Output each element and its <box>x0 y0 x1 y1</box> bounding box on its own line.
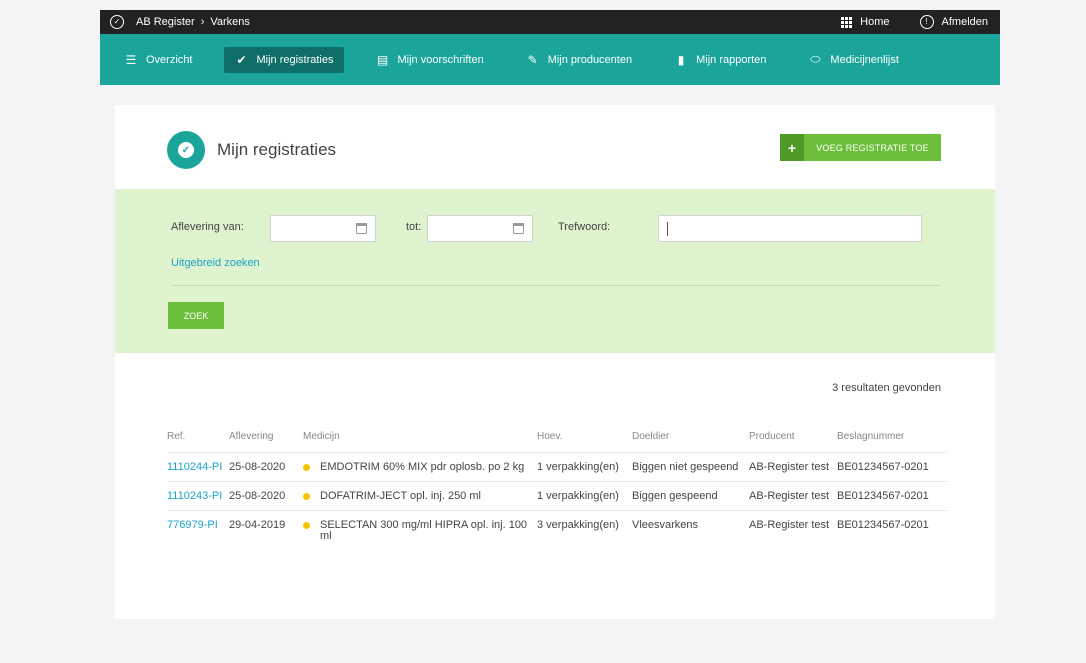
keyword-input[interactable] <box>658 215 922 242</box>
col-aflevering[interactable]: Aflevering <box>229 431 303 453</box>
page-title: Mijn registraties <box>217 140 337 159</box>
pill-icon: ⬭ <box>810 52 821 66</box>
table-row[interactable]: 776979-PI 29-04-2019 SELECTAN 300 mg/ml … <box>167 510 947 550</box>
search-button[interactable]: ZOEK <box>168 302 224 329</box>
nav-label: Mijn registraties <box>256 53 334 66</box>
nav-mijn-producenten[interactable]: ✎ Mijn producenten <box>516 47 642 73</box>
ref-link[interactable]: 1110243-PI <box>167 481 229 511</box>
nav-label: Overzicht <box>146 53 193 66</box>
col-medicijn[interactable]: Medicijn <box>303 431 537 453</box>
breadcrumb-separator: › <box>200 16 205 28</box>
medicine-cell: DOFATRIM-JECT opl. inj. 250 ml <box>303 481 537 511</box>
table-row[interactable]: 1110244-PI 25-08-2020 EMDOTRIM 60% MIX p… <box>167 452 947 482</box>
col-producent[interactable]: Producent <box>749 431 837 453</box>
nav-medicijnenlijst[interactable]: ⬭ Medicijnenlijst <box>798 46 908 73</box>
producer: AB-Register test <box>749 481 837 511</box>
calendar-icon[interactable] <box>513 223 524 234</box>
feather-icon: ✎ <box>527 52 538 67</box>
medicine-name: SELECTAN 300 mg/ml HIPRA opl. inj. 100 m… <box>320 519 528 542</box>
quantity: 3 verpakking(en) <box>537 510 632 550</box>
status-dot-icon <box>303 522 310 529</box>
medicine-name: DOFATRIM-JECT opl. inj. 250 ml <box>320 490 481 502</box>
breadcrumb: ✓ AB Register › Varkens <box>110 15 250 29</box>
target-animal: Biggen gespeend <box>632 481 749 511</box>
quantity: 1 verpakking(en) <box>537 452 632 482</box>
producer: AB-Register test <box>749 452 837 482</box>
logout-label: Afmelden <box>941 16 988 28</box>
check-circle-icon: ✓ <box>110 15 124 29</box>
ref-link[interactable]: 1110244-PI <box>167 452 229 482</box>
table-row[interactable]: 1110243-PI 25-08-2020 DOFATRIM-JECT opl.… <box>167 481 947 511</box>
medicine-name: EMDOTRIM 60% MIX pdr oplosb. po 2 kg <box>320 461 525 473</box>
registrations-icon: ✓ <box>167 131 205 169</box>
results-count: 3 resultaten gevonden <box>832 382 941 394</box>
from-label: Aflevering van: <box>171 221 244 233</box>
from-date-field[interactable] <box>270 215 376 242</box>
delivery-date: 25-08-2020 <box>229 452 303 482</box>
logout-link[interactable]: ! Afmelden <box>919 15 988 29</box>
col-ref[interactable]: Ref. <box>167 431 229 453</box>
plus-icon: + <box>780 134 804 161</box>
medicine-cell: EMDOTRIM 60% MIX pdr oplosb. po 2 kg <box>303 452 537 482</box>
top-bar: ✓ AB Register › Varkens Home ! Afmelden <box>100 10 1000 34</box>
nav-label: Mijn producenten <box>547 53 633 66</box>
nav-label: Mijn rapporten <box>696 53 767 66</box>
col-doeldier[interactable]: Doeldier <box>632 431 749 453</box>
status-dot-icon <box>303 493 310 500</box>
col-beslagnummer[interactable]: Beslagnummer <box>837 431 947 453</box>
nav-label: Mijn voorschriften <box>397 53 484 66</box>
status-dot-icon <box>303 464 310 471</box>
col-hoev[interactable]: Hoev. <box>537 431 632 453</box>
document-icon: ▤ <box>376 52 389 67</box>
ref-link[interactable]: 776979-PI <box>167 510 229 550</box>
home-link[interactable]: Home <box>841 16 890 28</box>
calendar-icon[interactable] <box>356 223 367 234</box>
text-caret <box>667 222 668 236</box>
registrations-card: ✓ Mijn registraties + VOEG REGISTRATIE T… <box>115 105 995 619</box>
target-animal: Biggen niet gespeend <box>632 452 749 482</box>
breadcrumb-app[interactable]: AB Register <box>136 16 195 28</box>
medicine-cell: SELECTAN 300 mg/ml HIPRA opl. inj. 100 m… <box>303 510 537 550</box>
filter-panel: Aflevering van: tot: Trefwoord: Uitgebre… <box>115 189 995 353</box>
add-registration-button[interactable]: + VOEG REGISTRATIE TOE <box>780 134 941 161</box>
producer: AB-Register test <box>749 510 837 550</box>
nav-mijn-rapporten[interactable]: ▮ Mijn rapporten <box>664 47 776 73</box>
nav-mijn-voorschriften[interactable]: ▤ Mijn voorschriften <box>366 47 494 73</box>
herd-number: BE01234567-0201 <box>837 452 947 482</box>
nav-overzicht[interactable]: ☰ Overzicht <box>114 47 202 73</box>
advanced-search-link[interactable]: Uitgebreid zoeken <box>171 257 260 269</box>
target-animal: Vleesvarkens <box>632 510 749 550</box>
bar-chart-icon: ▮ <box>677 52 685 67</box>
table-header-row: Ref. Aflevering Medicijn Hoev. Doeldier … <box>167 431 947 453</box>
to-label: tot: <box>406 221 422 233</box>
delivery-date: 29-04-2019 <box>229 510 303 550</box>
list-icon: ☰ <box>125 52 137 67</box>
keyword-label: Trefwoord: <box>558 221 611 233</box>
herd-number: BE01234567-0201 <box>837 510 947 550</box>
page-header: ✓ Mijn registraties <box>167 131 336 169</box>
grid-icon <box>841 16 853 28</box>
herd-number: BE01234567-0201 <box>837 481 947 511</box>
home-label: Home <box>860 16 890 28</box>
quantity: 1 verpakking(en) <box>537 481 632 511</box>
power-icon: ! <box>919 15 934 29</box>
nav-label: Medicijnenlijst <box>830 53 899 66</box>
main-nav: ☰ Overzicht ✔ Mijn registraties ▤ Mijn v… <box>100 34 1000 85</box>
check-circle-icon: ✔ <box>236 52 247 67</box>
breadcrumb-section: Varkens <box>210 16 250 28</box>
nav-mijn-registraties[interactable]: ✔ Mijn registraties <box>224 46 344 73</box>
add-registration-label: VOEG REGISTRATIE TOE <box>816 142 929 153</box>
to-date-field[interactable] <box>427 215 533 242</box>
delivery-date: 25-08-2020 <box>229 481 303 511</box>
divider <box>171 285 941 286</box>
registrations-table: Ref. Aflevering Medicijn Hoev. Doeldier … <box>167 431 947 550</box>
